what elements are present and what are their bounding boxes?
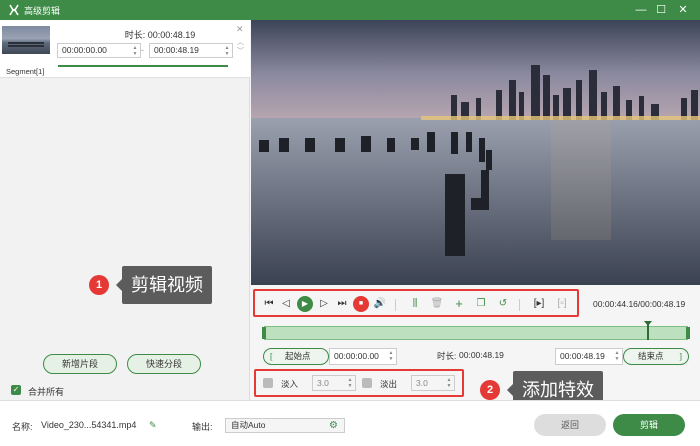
trim-start-input[interactable]: 00:00:00.00 ▲ ▼	[329, 348, 397, 365]
copy-icon[interactable]: ❐	[473, 296, 489, 312]
fade-in-checkbox[interactable]	[263, 378, 273, 388]
set-end-label: 结束点	[638, 351, 664, 361]
segment-progress-bar	[58, 65, 228, 67]
fade-in-input[interactable]: 3.0 ▲ ▼	[312, 375, 356, 391]
timeline-start-handle[interactable]	[262, 327, 266, 339]
file-name: Video_230...54341.mp4	[41, 420, 137, 430]
go-to-end-icon[interactable]: ⏭	[334, 296, 350, 312]
mark-in-icon[interactable]: [▸]	[531, 296, 547, 312]
callout-1-text: 剪辑视频	[116, 266, 212, 304]
title-bar: 高级剪辑 — ☐ ✕	[0, 0, 700, 20]
segment-start-value: 00:00:00.00	[62, 45, 107, 55]
trim-start-value: 00:00:00.00	[334, 351, 379, 361]
start-spinner-icon[interactable]: ▲ ▼	[132, 45, 138, 57]
mark-out-icon[interactable]: [▫]	[554, 296, 570, 312]
timeline-track[interactable]	[262, 321, 690, 340]
segment-thumbnail	[2, 26, 50, 54]
new-segment-button[interactable]: 新增片段	[43, 354, 117, 374]
segment-duration: 时长: 00:00:48.19	[90, 28, 230, 41]
trim-duration-label: 时长:	[437, 351, 457, 361]
fade-in-spinner-icon[interactable]: ▲ ▼	[347, 377, 353, 389]
trim-duration-value: 00:00:48.19	[459, 350, 504, 360]
playback-controls: ⏮ ◁ ▶ ▷ ⏭ ■ 🔊 ⫼ 🗑 + ❐ ↺ [▸] [▫]	[253, 289, 579, 317]
segment-end-input[interactable]: 00:00:48.19 ▲ ▼	[149, 43, 233, 58]
segment-move-down-icon[interactable]: ﹀	[237, 46, 244, 56]
undo-icon[interactable]: ↺	[495, 296, 511, 312]
edit-button[interactable]: 剪辑	[613, 414, 685, 436]
segment-end-value: 00:00:48.19	[154, 45, 199, 55]
trim-start-spinner-icon[interactable]: ▲ ▼	[388, 350, 394, 362]
next-frame-icon[interactable]: ▷	[316, 296, 332, 312]
bracket-left-icon: [	[270, 351, 273, 361]
maximize-button[interactable]: ☐	[654, 3, 668, 17]
segment-label: Segment[1]	[6, 67, 45, 76]
close-button[interactable]: ✕	[676, 3, 690, 17]
segment-start-input[interactable]: 00:00:00.00 ▲ ▼	[57, 43, 141, 58]
merge-all-label: 合并所有	[28, 387, 65, 397]
set-start-button[interactable]: [ 起始点	[263, 348, 329, 365]
range-dash: -	[141, 45, 144, 55]
delete-icon[interactable]: 🗑	[429, 296, 445, 312]
callout-1-number: 1	[89, 275, 109, 295]
bottom-bar: 名称: Video_230...54341.mp4 ✎ 输出: 自动Auto ⚙…	[0, 400, 700, 446]
name-label: 名称:	[12, 422, 33, 432]
set-end-button[interactable]: 结束点 ]	[623, 348, 689, 365]
output-label: 输出:	[192, 422, 213, 432]
set-start-label: 起始点	[285, 351, 311, 361]
add-icon[interactable]: +	[451, 296, 467, 312]
playback-time: 00:00:44.16/00:00:48.19	[593, 299, 686, 309]
output-select[interactable]: 自动Auto ⚙	[225, 418, 345, 433]
playhead-marker[interactable]	[644, 321, 652, 340]
fade-out-input[interactable]: 3.0 ▲ ▼	[411, 375, 455, 391]
video-preview[interactable]	[251, 20, 700, 285]
minimize-button[interactable]: —	[634, 3, 648, 17]
fade-out-spinner-icon[interactable]: ▲ ▼	[446, 377, 452, 389]
segment-duration-label: 时长:	[124, 30, 146, 40]
output-value: 自动Auto	[231, 420, 266, 430]
callout-2-number: 2	[480, 380, 500, 400]
go-to-start-icon[interactable]: ⏮	[261, 296, 277, 312]
fade-out-value: 3.0	[416, 378, 428, 388]
trim-end-value: 00:00:48.19	[560, 351, 605, 361]
volume-icon[interactable]: 🔊	[372, 296, 388, 312]
fade-out-label: 淡出	[380, 379, 398, 389]
stop-button[interactable]: ■	[353, 296, 369, 312]
end-spinner-icon[interactable]: ▲ ▼	[224, 45, 230, 57]
trim-end-input[interactable]: 00:00:48.19 ▲ ▼	[555, 348, 623, 365]
bracket-right-icon: ]	[679, 351, 682, 361]
trim-end-spinner-icon[interactable]: ▲ ▼	[614, 350, 620, 362]
window-title: 高级剪辑	[24, 6, 61, 16]
rename-pencil-icon[interactable]: ✎	[149, 420, 157, 431]
segment-delete-icon[interactable]: ✕	[236, 24, 244, 35]
fade-out-checkbox[interactable]	[362, 378, 372, 388]
preview-panel	[250, 20, 700, 400]
segment-panel: 时长: 00:00:48.19 00:00:00.00 ▲ ▼ - 00:00:4…	[0, 20, 250, 400]
divider	[395, 299, 396, 311]
segment-duration-value: 00:00:48.19	[147, 30, 196, 40]
back-button[interactable]: 返回	[534, 414, 606, 436]
play-button[interactable]: ▶	[297, 296, 313, 312]
divider	[519, 299, 520, 311]
fade-in-value: 3.0	[317, 378, 329, 388]
merge-all-checkbox[interactable]: ✓	[11, 385, 21, 395]
gear-icon[interactable]: ⚙	[329, 420, 340, 431]
fade-effects: 淡入 3.0 ▲ ▼ 淡出 3.0 ▲ ▼	[254, 369, 464, 397]
timeline-end-handle[interactable]	[686, 327, 690, 339]
prev-frame-icon[interactable]: ◁	[278, 296, 294, 312]
quick-split-button[interactable]: 快速分段	[127, 354, 201, 374]
trim-controls: [ 起始点 00:00:00.00 ▲ ▼ 时长: 00:00:48.19 00:…	[263, 348, 689, 365]
split-icon[interactable]: ⫼	[407, 296, 423, 312]
fade-in-label: 淡入	[281, 379, 299, 389]
segment-item[interactable]: 时长: 00:00:48.19 00:00:00.00 ▲ ▼ - 00:00:4…	[0, 20, 250, 78]
app-logo-icon	[9, 4, 19, 16]
